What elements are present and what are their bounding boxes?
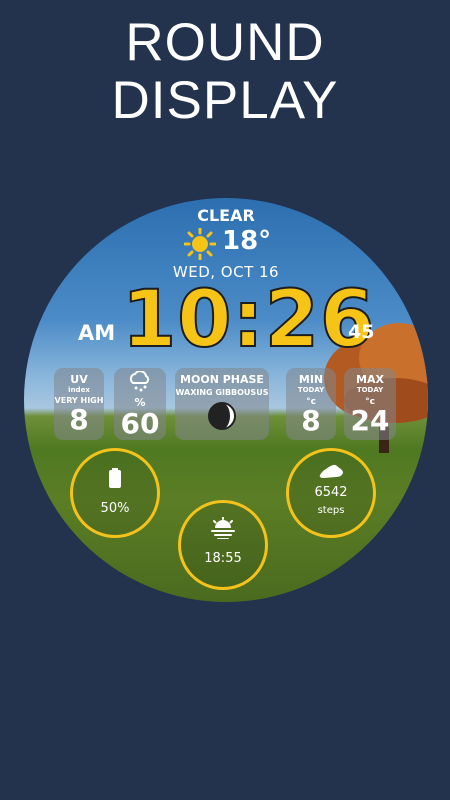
min-title: MIN	[298, 373, 324, 386]
moon-phase: WAXING GIBBOUSUS	[175, 388, 269, 397]
min-sub: TODAY	[297, 386, 325, 394]
moon-icon	[208, 402, 236, 430]
temperature: 18°	[222, 226, 272, 256]
watch-face[interactable]: CLEAR 18° WED, OCT 16 AM 10:26 45 UV ind…	[24, 198, 428, 602]
battery-complication[interactable]: 50%	[70, 448, 160, 538]
sunset-icon	[211, 517, 235, 539]
sunset-value: 18:55	[204, 551, 242, 566]
shoe-icon	[319, 464, 343, 478]
steps-value: 6542	[314, 485, 348, 500]
max-value: 24	[350, 404, 390, 437]
min-temp-panel[interactable]: MIN TODAY °c 8	[286, 368, 336, 440]
sun-icon	[184, 228, 216, 260]
max-title: MAX	[356, 373, 384, 386]
uv-title: UV	[70, 373, 88, 386]
min-value: 8	[301, 404, 321, 437]
max-temp-panel[interactable]: MAX TODAY °c 24	[344, 368, 396, 440]
clock-time: 10:26	[121, 275, 376, 365]
uv-panel[interactable]: UV index VERY HIGH 8	[54, 368, 104, 440]
am-pm: AM	[78, 321, 116, 345]
moon-title: MOON PHASE	[180, 373, 264, 386]
steps-complication[interactable]: 6542 steps	[286, 448, 376, 538]
headline-line-1: ROUND	[125, 13, 325, 72]
steps-unit: steps	[317, 505, 345, 516]
weather-condition: CLEAR	[197, 206, 255, 225]
moon-panel[interactable]: MOON PHASE WAXING GIBBOUSUS	[175, 368, 269, 440]
headline-line-2: DISPLAY	[111, 71, 339, 130]
rain-cloud-icon	[129, 370, 150, 392]
battery-value: 50%	[100, 501, 130, 516]
battery-icon	[109, 468, 121, 488]
rain-value: 60	[120, 407, 160, 440]
uv-sub: index	[68, 386, 90, 394]
clock-seconds: 45	[348, 321, 375, 343]
max-sub: TODAY	[356, 386, 384, 394]
sunset-complication[interactable]: 18:55	[178, 500, 268, 590]
uv-value: 8	[69, 403, 89, 436]
headline: ROUND DISPLAY	[0, 14, 450, 130]
temperature-row: 18°	[184, 226, 304, 260]
rain-panel[interactable]: % 60	[114, 368, 166, 440]
